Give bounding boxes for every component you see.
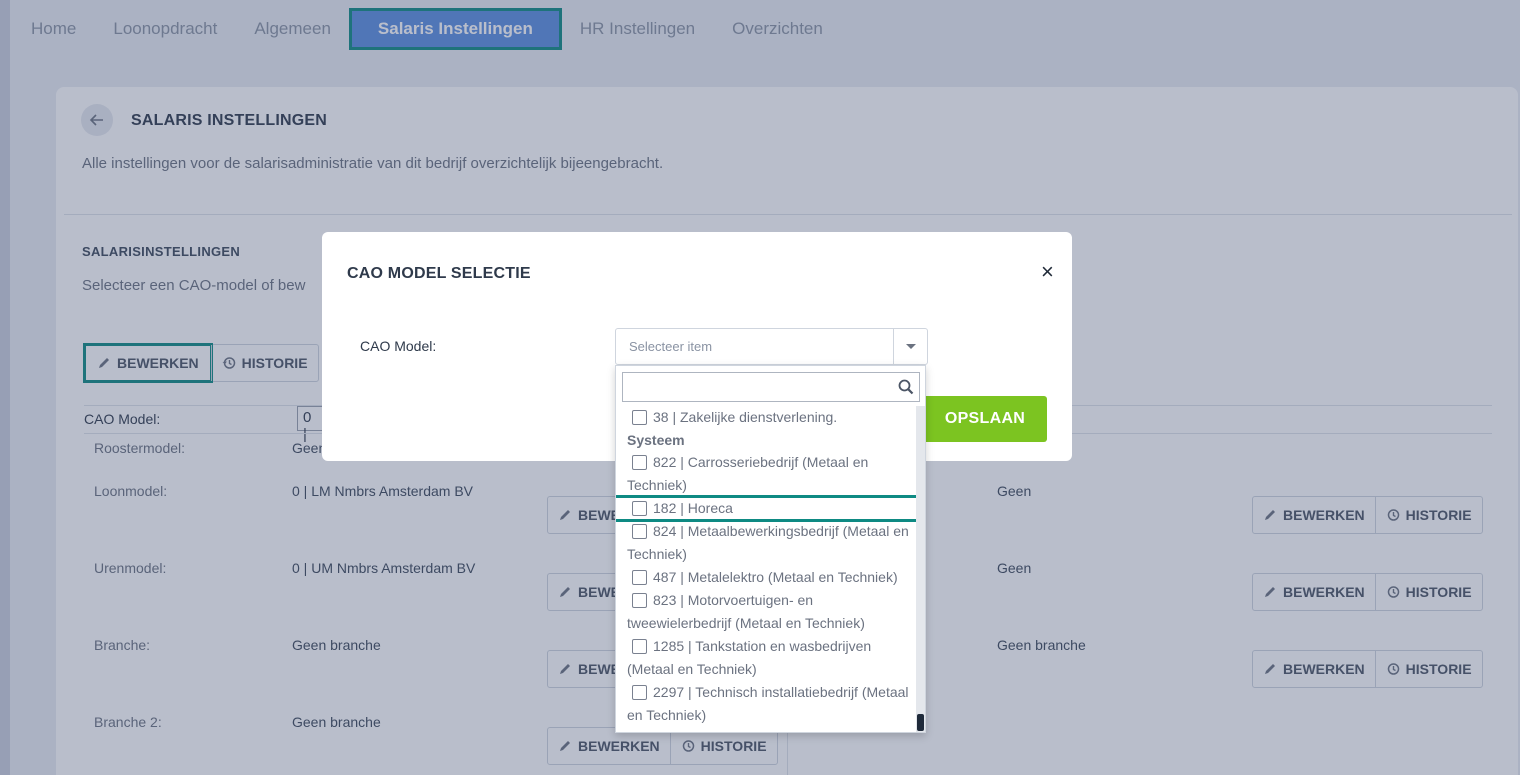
option-824[interactable]: 824 | Metaalbewerkingsbedrijf (Metaal en… <box>616 520 916 566</box>
cao-model-dropdown: 38 | Zakelijke dienstverlening. Systeem … <box>615 365 926 733</box>
option-822[interactable]: 822 | Carrosseriebedrijf (Metaal en Tech… <box>616 451 916 497</box>
checkbox[interactable] <box>632 410 647 425</box>
checkbox[interactable] <box>632 639 647 654</box>
option-823[interactable]: 823 | Motorvoertuigen- en tweewielerbedr… <box>616 589 916 635</box>
search-icon <box>898 379 914 395</box>
option-182-horeca[interactable]: 182 | Horeca <box>616 495 925 522</box>
option-label: 822 | Carrosseriebedrijf (Metaal en Tech… <box>627 454 869 493</box>
option-label: 38 | Zakelijke dienstverlening. <box>653 409 838 425</box>
checkbox[interactable] <box>632 524 647 539</box>
select-placeholder: Selecteer item <box>629 339 713 354</box>
option-38[interactable]: 38 | Zakelijke dienstverlening. <box>616 406 916 429</box>
dropdown-search-input[interactable] <box>622 372 920 402</box>
option-group-systeem: Systeem <box>627 432 685 448</box>
option-label: 1285 | Tankstation en wasbedrijven (Meta… <box>627 638 872 677</box>
checkbox[interactable] <box>632 501 647 516</box>
option-2297[interactable]: 2297 | Technisch installatiebedrijf (Met… <box>616 681 916 727</box>
option-label: 182 | Horeca <box>653 500 733 516</box>
option-label: 824 | Metaalbewerkingsbedrijf (Metaal en… <box>627 523 909 562</box>
left-edge-shade <box>0 0 10 775</box>
close-icon[interactable]: × <box>1041 261 1054 283</box>
checkbox[interactable] <box>632 685 647 700</box>
option-487[interactable]: 487 | Metalelektro (Metaal en Techniek) <box>616 566 916 589</box>
checkbox[interactable] <box>632 570 647 585</box>
option-label: 823 | Motorvoertuigen- en tweewielerbedr… <box>627 592 865 631</box>
checkbox[interactable] <box>632 455 647 470</box>
save-button[interactable]: OPSLAAN <box>923 396 1047 442</box>
option-label: 2297 | Technisch installatiebedrijf (Met… <box>627 684 909 723</box>
dropdown-scrollbar[interactable] <box>916 406 925 732</box>
dropdown-scrollbar-thumb[interactable] <box>917 714 924 731</box>
cao-model-select[interactable]: Selecteer item <box>615 328 928 365</box>
cao-model-field-label: CAO Model: <box>360 338 437 354</box>
checkbox[interactable] <box>632 593 647 608</box>
chevron-down-icon[interactable] <box>893 329 927 364</box>
dropdown-options: 38 | Zakelijke dienstverlening. Systeem … <box>616 404 925 727</box>
option-1285[interactable]: 1285 | Tankstation en wasbedrijven (Meta… <box>616 635 916 681</box>
modal-title: CAO MODEL SELECTIE <box>347 265 531 282</box>
option-label: 487 | Metalelektro (Metaal en Techniek) <box>653 569 898 585</box>
